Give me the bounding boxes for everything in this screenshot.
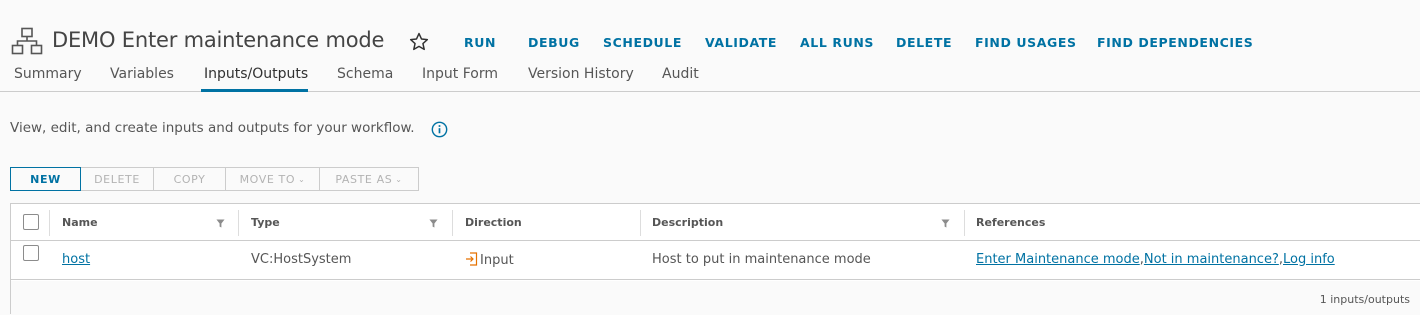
grid-header: Name Type Direction Description Referenc…: [11, 204, 1420, 241]
new-button[interactable]: NEW: [10, 167, 81, 191]
column-separator: [49, 210, 50, 236]
column-header-references[interactable]: References: [976, 216, 1045, 229]
row-description: Host to put in maintenance mode: [652, 252, 871, 267]
move-to-label: MOVE TO: [239, 172, 296, 186]
reference-link[interactable]: Enter Maintenance mode: [976, 252, 1140, 267]
schedule-button[interactable]: SCHEDULE: [603, 35, 682, 50]
tab-summary[interactable]: Summary: [14, 66, 82, 92]
validate-button[interactable]: VALIDATE: [705, 35, 777, 50]
grid-footer: 1 inputs/outputs: [11, 281, 1420, 314]
delete-workflow-button[interactable]: DELETE: [896, 35, 952, 50]
select-all-checkbox[interactable]: [23, 214, 39, 230]
reference-link[interactable]: Not in maintenance?: [1144, 252, 1279, 267]
tab-schema[interactable]: Schema: [337, 66, 393, 92]
column-header-name[interactable]: Name: [62, 216, 98, 229]
paste-as-button[interactable]: PASTE AS ⌄: [320, 167, 419, 191]
column-header-direction[interactable]: Direction: [465, 216, 522, 229]
tab-version-history[interactable]: Version History: [528, 66, 634, 92]
reference-link[interactable]: Log info: [1283, 252, 1335, 267]
column-header-description[interactable]: Description: [652, 216, 723, 229]
column-separator: [640, 210, 641, 236]
tab-bar: Summary Variables Inputs/Outputs Schema …: [0, 66, 1420, 92]
row-direction-label: Input: [480, 253, 514, 268]
paste-as-label: PASTE AS: [335, 172, 393, 186]
copy-button[interactable]: COPY: [154, 167, 226, 191]
filter-icon[interactable]: [216, 219, 225, 228]
column-separator: [238, 210, 239, 236]
page-title: DEMO Enter maintenance mode: [52, 28, 385, 52]
chevron-down-icon: ⌄: [395, 174, 403, 184]
input-arrow-icon: [466, 252, 478, 266]
run-button[interactable]: RUN: [464, 35, 496, 50]
filter-icon[interactable]: [429, 219, 438, 228]
move-to-button[interactable]: MOVE TO ⌄: [226, 167, 320, 191]
row-direction: Input: [465, 252, 514, 268]
find-usages-button[interactable]: FIND USAGES: [975, 35, 1077, 50]
chevron-down-icon: ⌄: [298, 174, 306, 184]
row-references: Enter Maintenance mode,Not in maintenanc…: [976, 252, 1335, 267]
delete-button[interactable]: DELETE: [81, 167, 154, 191]
all-runs-button[interactable]: ALL RUNS: [800, 35, 874, 50]
inputs-outputs-grid: Name Type Direction Description Referenc…: [10, 203, 1420, 314]
page-description: View, edit, and create inputs and output…: [10, 120, 415, 136]
row-name-link[interactable]: host: [62, 252, 90, 267]
filter-icon[interactable]: [941, 219, 950, 228]
tab-input-form[interactable]: Input Form: [422, 66, 498, 92]
grid-toolbar: NEW DELETE COPY MOVE TO ⌄ PASTE AS ⌄: [10, 167, 419, 191]
workflow-icon: [11, 27, 43, 55]
row-type: VC:HostSystem: [251, 252, 352, 267]
star-icon[interactable]: [408, 31, 430, 53]
find-dependencies-button[interactable]: FIND DEPENDENCIES: [1097, 35, 1253, 50]
tab-inputs-outputs[interactable]: Inputs/Outputs: [201, 66, 308, 92]
workflow-header: DEMO Enter maintenance mode RUN DEBUG SC…: [0, 0, 1420, 92]
column-separator: [452, 210, 453, 236]
tab-audit[interactable]: Audit: [662, 66, 699, 92]
column-header-type[interactable]: Type: [251, 216, 280, 229]
tab-variables[interactable]: Variables: [110, 66, 174, 92]
table-row[interactable]: host VC:HostSystem Input Host to put in …: [11, 241, 1420, 280]
info-icon[interactable]: [431, 121, 448, 138]
debug-button[interactable]: DEBUG: [528, 35, 580, 50]
column-separator: [964, 210, 965, 236]
item-count: 1 inputs/outputs: [1319, 293, 1410, 306]
row-checkbox[interactable]: [23, 245, 39, 261]
